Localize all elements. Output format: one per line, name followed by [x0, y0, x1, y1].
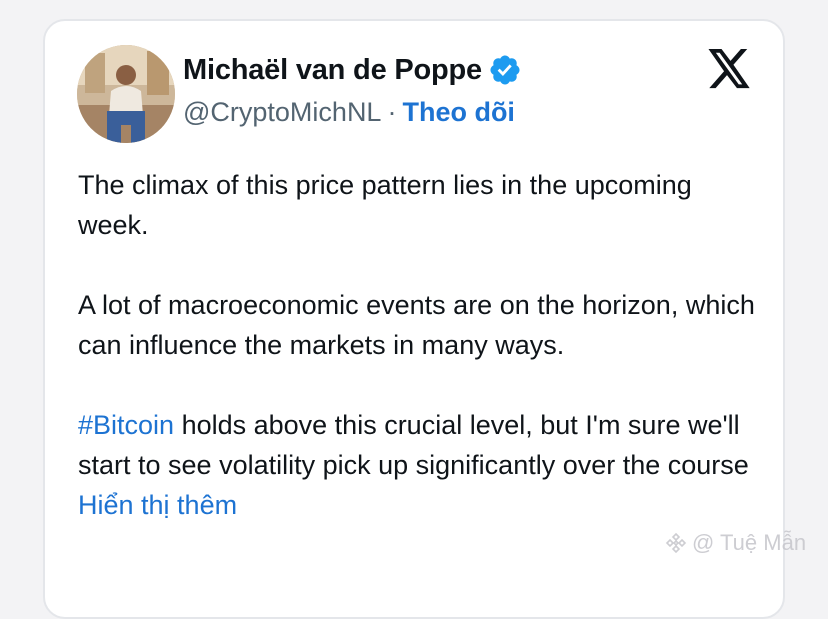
avatar-photo: [77, 45, 175, 143]
author-name[interactable]: Michaël van de Poppe: [183, 54, 482, 87]
author-avatar[interactable]: [77, 45, 175, 143]
follow-button[interactable]: Theo dõi: [402, 97, 514, 127]
x-logo-icon[interactable]: [706, 49, 752, 91]
watermark: @ Tuệ Mẫn: [664, 530, 806, 556]
hashtag-link[interactable]: #Bitcoin: [78, 410, 174, 440]
verified-badge-icon: [490, 55, 520, 85]
tweet-card: Michaël van de Poppe @CryptoMichNL · Theo …: [43, 19, 785, 619]
author-handle[interactable]: @CryptoMichNL: [183, 97, 381, 127]
binance-logo-icon: [665, 532, 687, 554]
separator-dot: ·: [387, 97, 397, 127]
tweet-paragraph-3-text: holds above this crucial level, but I'm …: [78, 410, 757, 480]
tweet-paragraph-3: #Bitcoin holds above this crucial level,…: [78, 405, 768, 525]
author-handle-row: @CryptoMichNL · Theo dõi: [183, 97, 515, 128]
show-more-link[interactable]: Hiển thị thêm: [78, 490, 237, 520]
tweet-paragraph-1: The climax of this price pattern lies in…: [78, 170, 700, 240]
tweet-paragraph-2: A lot of macroeconomic events are on the…: [78, 290, 763, 360]
tweet-text: The climax of this price pattern lies in…: [78, 165, 768, 525]
watermark-text: @ Tuệ Mẫn: [692, 530, 807, 555]
author-name-row: Michaël van de Poppe: [183, 53, 522, 87]
